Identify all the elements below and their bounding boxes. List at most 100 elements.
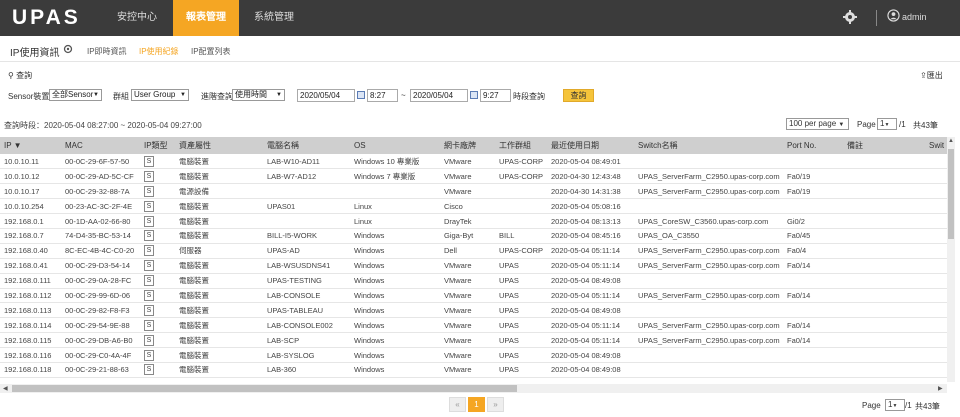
calendar-icon[interactable] <box>357 91 365 99</box>
column-header[interactable]: 最近使用日期 <box>547 137 634 154</box>
table-cell: 伺服器 <box>175 243 263 259</box>
column-header[interactable]: IP類型 <box>140 137 175 154</box>
gear-icon[interactable] <box>842 9 858 25</box>
table-cell <box>634 302 783 319</box>
page-select[interactable]: 1▼ <box>885 399 905 411</box>
query-toggle[interactable]: ⚲ 查詢 <box>8 70 32 81</box>
table-row[interactable]: 192.168.0.7 74-D4-35-BC-53-14 S 電腦裝置 BILL-I5… <box>0 228 952 244</box>
column-header[interactable]: 網卡廠牌 <box>440 137 495 154</box>
vertical-scrollbar[interactable]: ▲ <box>947 137 955 382</box>
scroll-up-icon[interactable]: ▲ <box>948 138 954 144</box>
scroll-left-icon[interactable]: ◀ <box>3 385 8 392</box>
page-select[interactable]: 1▼ <box>877 118 897 130</box>
scroll-thumb[interactable] <box>12 385 517 392</box>
table-cell: UPAS_ServerFarm_C2950.upas-corp.com <box>634 332 783 349</box>
table-row[interactable]: 192.168.0.40 8C-EC-4B-4C-C0-20 S 伺服器 UPAS-AD… <box>0 243 952 259</box>
ip-type-badge[interactable]: S <box>144 289 154 301</box>
column-header[interactable]: 資產屬性 <box>175 137 263 154</box>
ip-type-badge[interactable]: S <box>144 155 154 167</box>
table-cell: VMware <box>440 317 495 334</box>
end-time-input[interactable]: 9:27 <box>480 89 511 102</box>
column-header[interactable]: 電腦名稱 <box>263 137 350 154</box>
table-row[interactable]: 192.168.0.111 00-0C-29-0A-28-FC S 電腦裝置 UPAS-… <box>0 273 952 289</box>
ip-type-badge[interactable]: S <box>144 215 154 227</box>
end-date-input[interactable]: 2020/05/04 <box>410 89 468 102</box>
export-button[interactable]: ⇪匯出 <box>920 70 943 81</box>
query-button[interactable]: 查詢 <box>563 89 594 102</box>
table-row[interactable]: 192.168.0.116 00-0C-29-C0-4A-4F S 電腦裝置 LAB-S… <box>0 347 952 363</box>
table-row[interactable]: 192.168.0.118 00-0C-29-21-88-63 S 電腦裝置 LAB-3… <box>0 362 952 378</box>
table-cell: 192.168.0.112 <box>0 288 61 304</box>
nav-security-center[interactable]: 安控中心 <box>104 0 170 36</box>
ip-type-badge[interactable]: S <box>144 260 154 272</box>
prev-page-button[interactable]: « <box>449 397 466 412</box>
advanced-query-value: 使用時間 <box>235 90 267 99</box>
column-header[interactable]: 備註 <box>843 137 925 154</box>
table-row[interactable]: 192.168.0.41 00-0C-29-D3-54-14 S 電腦裝置 LAB-WS… <box>0 258 952 274</box>
sub-header: IP使用資訊 IP即時資訊 IP使用紀錄 IP配置列表 <box>0 36 960 62</box>
ip-type-badge[interactable]: S <box>144 334 154 346</box>
table-row[interactable]: 10.0.10.17 00-0C-29-32-88-7A S 電源設備 VMware 20… <box>0 183 952 200</box>
table-cell: 電源設備 <box>175 183 263 200</box>
per-page-value: 100 per page <box>789 119 837 128</box>
settings-icon[interactable] <box>63 44 73 54</box>
start-time-input[interactable]: 8:27 <box>367 89 398 102</box>
horizontal-scrollbar[interactable]: ◀ ▶ <box>0 384 947 393</box>
sensor-select[interactable]: 全部Sensor ▼ <box>49 89 102 101</box>
column-header[interactable]: 工作群組 <box>495 137 547 154</box>
table-cell <box>783 347 843 363</box>
ip-type-badge[interactable]: S <box>144 349 154 361</box>
ip-type-badge[interactable]: S <box>144 170 154 182</box>
ip-type-badge[interactable]: S <box>144 364 154 376</box>
ip-type-badge[interactable]: S <box>144 200 154 212</box>
tab-ip-allocation[interactable]: IP配置列表 <box>191 46 231 57</box>
table-cell: S <box>140 198 175 215</box>
table-cell: Windows <box>350 273 440 289</box>
ip-type-badge[interactable]: S <box>144 304 154 316</box>
advanced-query-select[interactable]: 使用時間 ▼ <box>232 89 285 101</box>
column-header[interactable]: IP ▼ <box>0 137 61 154</box>
table-cell <box>783 273 843 289</box>
next-page-button[interactable]: » <box>487 397 504 412</box>
table-row[interactable]: 10.0.10.12 00-0C-29-AD-5C-CF S 電腦裝置 LAB-W7-A… <box>0 168 952 185</box>
group-select[interactable]: User Group ▼ <box>131 89 189 101</box>
scroll-right-icon[interactable]: ▶ <box>938 385 943 392</box>
nav-system-management[interactable]: 系統管理 <box>243 0 305 36</box>
tab-ip-realtime[interactable]: IP即時資訊 <box>87 46 127 57</box>
table-row[interactable]: 10.0.10.11 00-0C-29-6F-57-50 S 電腦裝置 LAB-W10-… <box>0 154 952 170</box>
table-cell: Linux <box>350 213 440 229</box>
table-row[interactable]: 192.168.0.112 00-0C-29-99-6D-06 S 電腦裝置 LAB-C… <box>0 288 952 304</box>
ip-type-badge[interactable]: S <box>144 319 154 331</box>
ip-type-badge[interactable]: S <box>144 245 154 257</box>
table-row[interactable]: 192.168.0.113 00-0C-29-82-F8-F3 S 電腦裝置 UPAS-… <box>0 302 952 319</box>
table-row[interactable]: 192.168.0.1 00-1D-AA-02-66-80 S 電腦裝置 Linux Dr… <box>0 213 952 229</box>
divider <box>876 10 877 26</box>
table-cell: 00-0C-29-AD-5C-CF <box>61 168 140 185</box>
per-page-select[interactable]: 100 per page ▼ <box>786 118 849 130</box>
user-icon[interactable] <box>887 9 900 22</box>
table-cell <box>634 273 783 289</box>
table-row[interactable]: 10.0.10.254 00-23-AC-3C-2F-4E S 電腦裝置 UPAS01 L… <box>0 198 952 215</box>
scroll-thumb[interactable] <box>948 149 954 239</box>
ip-type-badge[interactable]: S <box>144 230 154 242</box>
table-cell: VMware <box>440 154 495 170</box>
column-header[interactable]: Port No. <box>783 137 843 154</box>
start-date-input[interactable]: 2020/05/04 <box>297 89 355 102</box>
username[interactable]: admin <box>902 12 927 22</box>
table-cell: VMware <box>440 273 495 289</box>
table-cell <box>843 317 925 334</box>
table-row[interactable]: 192.168.0.114 00-0C-29-54-9E-88 S 電腦裝置 LAB-C… <box>0 317 952 334</box>
table-cell: 2020-04-30 12:43:48 <box>547 168 634 185</box>
current-page-button[interactable]: 1 <box>468 397 485 412</box>
column-header[interactable]: MAC <box>61 137 140 154</box>
calendar-icon[interactable] <box>470 91 478 99</box>
table-row[interactable]: 192.168.0.115 00-0C-29-DB-A6-B0 S 電腦裝置 LAB-S… <box>0 332 952 349</box>
ip-type-badge[interactable]: S <box>144 275 154 287</box>
table-cell: UPAS-AD <box>263 243 350 259</box>
nav-report-management[interactable]: 報表管理 <box>173 0 239 36</box>
column-header[interactable]: Switch名稱 <box>634 137 783 154</box>
table-cell: UPAS_ServerFarm_C2950.upas-corp.com <box>634 288 783 304</box>
ip-type-badge[interactable]: S <box>144 185 154 197</box>
tab-ip-usage-log[interactable]: IP使用紀錄 <box>139 46 179 57</box>
column-header[interactable]: OS <box>350 137 440 154</box>
